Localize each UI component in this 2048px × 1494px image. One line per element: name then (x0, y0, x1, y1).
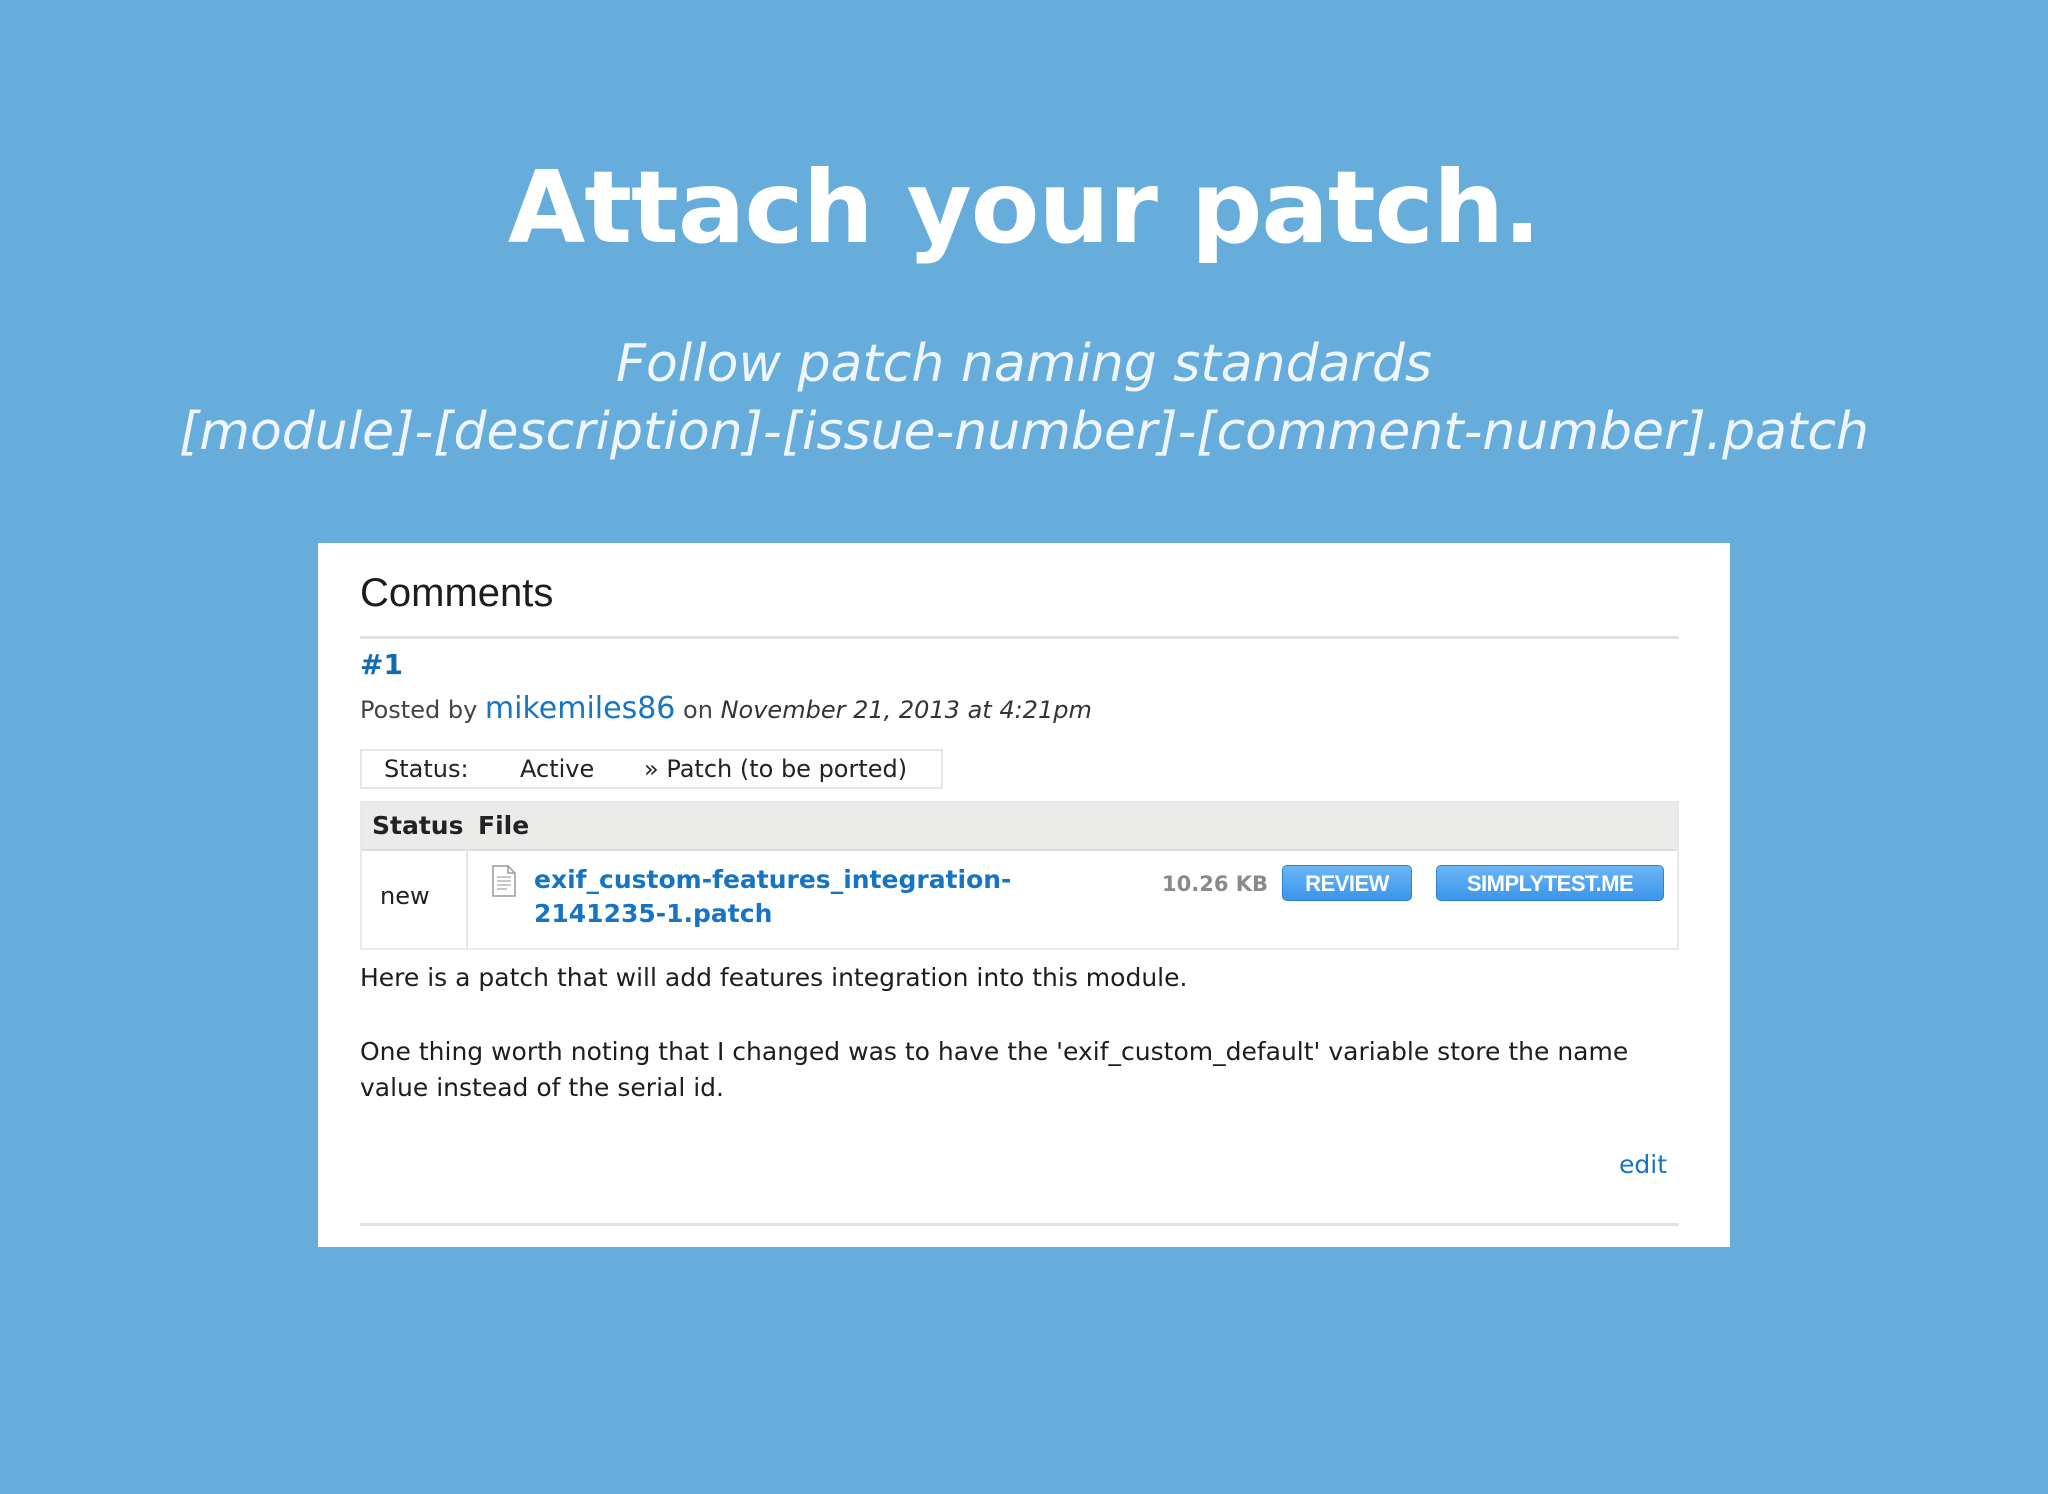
status-change-value: » Patch (to be ported) (644, 755, 908, 783)
comment-meta: Posted by mikemiles86 on November 21, 20… (360, 689, 1092, 730)
column-header-status: Status (372, 811, 464, 840)
comment-paragraph-1: Here is a patch that will add features i… (360, 963, 1188, 992)
comment-number-link[interactable]: #1 (360, 647, 403, 683)
document-icon (492, 865, 516, 897)
slide-subtitle-naming: Follow patch naming standards (616, 334, 1432, 394)
files-table-header: Status File (362, 803, 1677, 851)
files-table: Status File new exif_custom-features_int… (360, 801, 1679, 950)
patch-file-link[interactable]: exif_custom-features_integration-2141235… (534, 863, 1134, 931)
comments-heading: Comments (360, 571, 554, 615)
column-divider (466, 849, 468, 948)
file-status: new (380, 882, 430, 910)
slide-subtitle-pattern: [module]-[description]-[issue-number]-[c… (179, 402, 1869, 462)
file-size: 10.26 KB (1162, 872, 1269, 896)
review-button[interactable]: REVIEW (1282, 865, 1412, 901)
on-label: on (683, 696, 713, 724)
edit-link[interactable]: edit (1619, 1147, 1667, 1183)
posted-by-label: Posted by (360, 696, 478, 724)
comment-paragraph-2: One thing worth noting that I changed wa… (360, 1037, 1629, 1102)
comments-screenshot-panel: Comments #1 Posted by mikemiles86 on Nov… (318, 543, 1730, 1247)
status-label: Status: (384, 755, 469, 783)
column-header-file: File (478, 811, 530, 840)
comment-date: November 21, 2013 at 4:21pm (720, 696, 1092, 724)
comment-bottom-divider (360, 1223, 1679, 1226)
simplytest-button[interactable]: SIMPLYTEST.ME (1436, 865, 1664, 901)
status-value: Active (520, 755, 595, 783)
status-change-box: Status: Active » Patch (to be ported) (360, 749, 943, 789)
comments-section: Comments #1 Posted by mikemiles86 on Nov… (360, 543, 1679, 1247)
author-link[interactable]: mikemiles86 (485, 691, 675, 726)
slide-title: Attach your patch. (507, 149, 1541, 266)
heading-divider (360, 636, 1679, 639)
